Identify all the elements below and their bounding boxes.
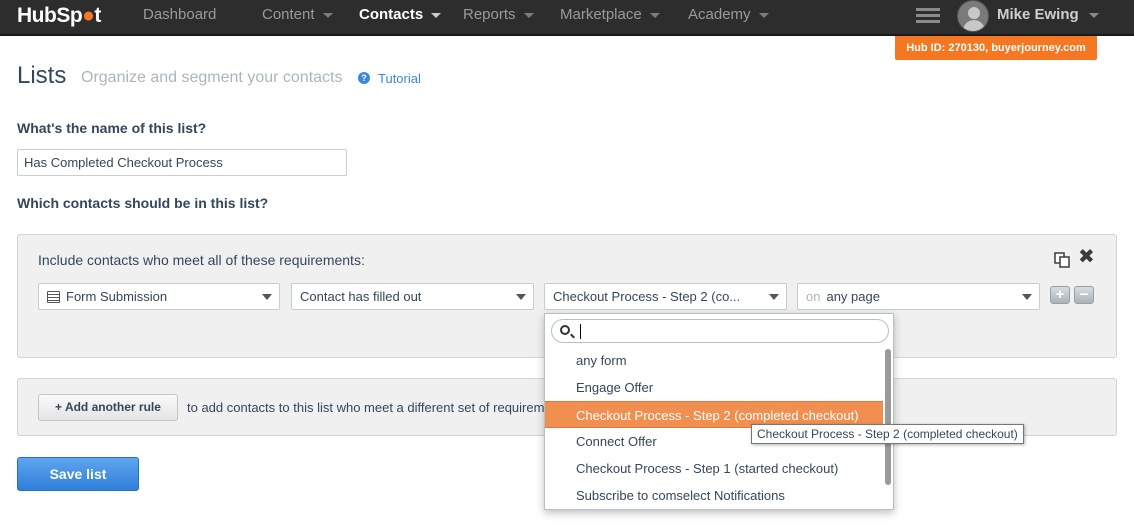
user-menu[interactable]: Mike Ewing [997, 6, 1099, 23]
option-tooltip: Checkout Process - Step 2 (completed che… [751, 424, 1024, 444]
nav-marketplace[interactable]: Marketplace [560, 6, 660, 23]
page-title: Lists [17, 62, 67, 89]
chevron-down-icon [516, 294, 526, 300]
form-icon [47, 290, 60, 303]
page-subtitle: Organize and segment your contacts [81, 69, 343, 86]
hub-id-badge: Hub ID: 270130, buyerjourney.com [895, 36, 1097, 60]
page-select[interactable]: on any page [797, 283, 1040, 310]
sprocket-icon: ● [82, 4, 95, 27]
chevron-down-icon [649, 12, 660, 18]
nav-reports[interactable]: Reports [463, 6, 534, 23]
contacts-label: Which contacts should be in this list? [17, 195, 269, 211]
form-dropdown: any form Engage Offer Checkout Process -… [544, 313, 894, 510]
condition-select[interactable]: Contact has filled out [291, 283, 534, 310]
chevron-down-icon [769, 294, 779, 300]
copy-icon[interactable] [1054, 252, 1070, 268]
requirements-label: Include contacts who meet all of these r… [38, 252, 365, 268]
nav-contacts[interactable]: Contacts [359, 6, 442, 23]
save-list-button[interactable]: Save list [17, 457, 139, 491]
nav-content[interactable]: Content [262, 6, 333, 23]
chevron-down-icon [431, 12, 442, 18]
remove-condition-button[interactable]: − [1074, 286, 1094, 304]
text-cursor [580, 324, 581, 339]
help-icon[interactable]: ? [358, 72, 370, 84]
filter-type-select[interactable]: Form Submission [38, 283, 280, 310]
chevron-down-icon [1022, 294, 1032, 300]
add-rule-button[interactable]: + Add another rule [38, 394, 178, 421]
dropdown-option[interactable]: Subscribe to comselect Notifications [545, 482, 883, 509]
chevron-down-icon [322, 12, 333, 18]
add-condition-button[interactable]: + [1050, 286, 1070, 304]
top-nav: HubSp●t Dashboard Content Contacts Repor… [0, 0, 1134, 36]
list-name-label: What's the name of this list? [17, 120, 207, 136]
chevron-down-icon [523, 12, 534, 18]
dropdown-search-input[interactable] [551, 319, 889, 343]
form-select[interactable]: Checkout Process - Step 2 (co... [544, 283, 787, 310]
hubspot-logo[interactable]: HubSp●t [17, 4, 101, 28]
chevron-down-icon [1088, 12, 1099, 18]
dropdown-option[interactable]: Checkout Process - Step 1 (started check… [545, 455, 883, 482]
search-icon [560, 325, 570, 335]
close-icon[interactable]: ✖ [1078, 247, 1095, 267]
list-name-input[interactable] [17, 149, 347, 176]
plus-icon: + [55, 400, 65, 414]
nav-dashboard[interactable]: Dashboard [143, 6, 216, 23]
chevron-down-icon [262, 294, 272, 300]
avatar[interactable] [957, 0, 989, 32]
add-rule-text: to add contacts to this list who meet a … [187, 400, 545, 415]
nav-academy[interactable]: Academy [688, 6, 769, 23]
dropdown-scrollbar[interactable] [885, 349, 891, 485]
dropdown-option[interactable]: any form [545, 347, 883, 374]
menu-icon[interactable] [916, 8, 940, 24]
dropdown-option[interactable]: Engage Offer [545, 374, 883, 401]
tutorial-link[interactable]: Tutorial [378, 71, 421, 86]
chevron-down-icon [758, 12, 769, 18]
